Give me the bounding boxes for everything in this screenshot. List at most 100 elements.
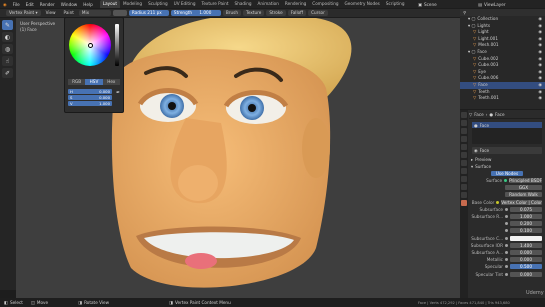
view-layer-selector[interactable]: ▤ ViewLayer <box>478 0 506 8</box>
workspace-tab-geometry-nodes[interactable]: Geometry Nodes <box>342 0 383 8</box>
outliner-row[interactable]: ▽ Face ◉ <box>460 81 545 89</box>
workspace-tab-uv-editing[interactable]: UV Editing <box>171 0 199 8</box>
blur-tool-icon[interactable]: ◐ <box>2 32 13 42</box>
workspace-tab-rendering[interactable]: Rendering <box>282 0 309 8</box>
workspace-tab-animation[interactable]: Animation <box>255 0 282 8</box>
hue-field[interactable]: H 0.000 <box>68 89 112 94</box>
menu-help[interactable]: Help <box>80 2 96 7</box>
eyedropper-icon[interactable]: ✒ <box>116 90 120 96</box>
constraints-tab-icon[interactable] <box>461 184 467 190</box>
value-field[interactable]: V 1.000 <box>68 101 112 106</box>
falloff-menu[interactable]: Falloff <box>287 10 307 16</box>
modifier-tab-icon[interactable] <box>461 160 467 166</box>
shader-field-value[interactable]: 1.000 <box>510 214 542 220</box>
visibility-eye-icon[interactable]: ◉ <box>538 62 542 69</box>
menu-file[interactable]: File <box>10 2 23 7</box>
visibility-eye-icon[interactable]: ◉ <box>538 89 542 96</box>
visibility-eye-icon[interactable]: ◉ <box>538 42 542 49</box>
annotate-tool-icon[interactable]: ✐ <box>2 68 13 78</box>
material-datablock[interactable]: ◉ Face <box>472 147 542 154</box>
object-tab-icon[interactable] <box>461 152 467 158</box>
outliner-row[interactable]: ▽ Light.001 ◉ <box>460 36 545 43</box>
outliner-row[interactable]: ▽ Teeth ◉ <box>460 89 545 96</box>
mode-rgb-button[interactable]: RGB <box>68 79 86 85</box>
subsurface-method-dropdown[interactable]: Random Walk <box>505 192 542 198</box>
outliner-row[interactable]: ▽ Light ◉ <box>460 29 545 36</box>
shader-field-value[interactable]: 0.000 <box>510 271 542 277</box>
surface-shader-field[interactable]: Principled BSDF <box>509 178 542 184</box>
preview-panel-header[interactable]: ▸ Preview <box>469 156 545 163</box>
outliner-row[interactable]: ▽ Cube.006 ◉ <box>460 75 545 82</box>
physics-tab-icon[interactable] <box>461 176 467 182</box>
brush-selector[interactable]: Mix <box>78 10 111 16</box>
data-tab-icon[interactable] <box>461 192 467 198</box>
visibility-eye-icon[interactable]: ◉ <box>538 16 542 23</box>
workspace-tab-scripting[interactable]: Scripting <box>383 0 408 8</box>
outliner-row[interactable]: ▽ Eye ◉ <box>460 69 545 76</box>
shader-field-value[interactable]: 0.200 <box>510 221 542 227</box>
visibility-eye-icon[interactable]: ◉ <box>538 95 542 102</box>
strength-slider[interactable]: Strength 1.000 <box>170 10 221 16</box>
shader-field-value[interactable]: 0.500 <box>510 264 542 270</box>
material-slot[interactable]: ● Face <box>472 122 542 128</box>
shader-field-value[interactable]: 0.100 <box>510 228 542 234</box>
scene-tab-icon[interactable] <box>461 136 467 142</box>
visibility-eye-icon[interactable]: ◉ <box>538 82 542 89</box>
tool-tab-icon[interactable] <box>461 112 467 118</box>
visibility-eye-icon[interactable]: ◉ <box>538 75 542 82</box>
smear-tool-icon[interactable]: ☝ <box>2 56 13 66</box>
color-wheel[interactable] <box>69 24 111 66</box>
render-tab-icon[interactable] <box>461 120 467 126</box>
visibility-eye-icon[interactable]: ◉ <box>538 23 542 30</box>
visibility-eye-icon[interactable]: ◉ <box>538 36 542 43</box>
workspace-tab-layout[interactable]: Layout <box>99 0 121 8</box>
base-color-field[interactable]: Vertex Color | Color <box>501 199 542 205</box>
workspace-tab-shading[interactable]: Shading <box>232 0 255 8</box>
world-tab-icon[interactable] <box>461 144 467 150</box>
shader-field-value[interactable] <box>510 235 542 241</box>
visibility-eye-icon[interactable]: ◉ <box>538 29 542 36</box>
visibility-eye-icon[interactable]: ◉ <box>538 49 542 56</box>
workspace-tab-compositing[interactable]: Compositing <box>309 0 341 8</box>
outliner-row[interactable]: ▽ Mesh.001 ◉ <box>460 42 545 49</box>
stroke-menu[interactable]: Stroke <box>266 10 286 16</box>
blender-logo-icon[interactable]: ◉ <box>0 2 10 7</box>
color-wheel-cursor[interactable] <box>88 43 93 48</box>
workspace-tab-texture-paint[interactable]: Texture Paint <box>199 0 232 8</box>
shader-field-value[interactable]: 0.000 <box>510 257 542 263</box>
scene-selector[interactable]: ▣ Scene <box>418 0 437 8</box>
cursor-menu[interactable]: Cursor <box>308 10 328 16</box>
menu-render[interactable]: Render <box>37 2 58 7</box>
draw-tool-icon[interactable]: ✎ <box>2 20 13 30</box>
workspace-tab-modeling[interactable]: Modeling <box>120 0 145 8</box>
mode-hex-button[interactable]: Hex <box>102 79 120 85</box>
radius-slider[interactable]: Radius 211 px <box>128 10 169 16</box>
filter-icon[interactable]: ⚲ <box>463 10 466 15</box>
saturation-field[interactable]: S 0.000 <box>68 95 112 100</box>
output-tab-icon[interactable] <box>461 128 467 134</box>
shader-field-value[interactable]: 0.000 <box>510 249 542 255</box>
outliner-row[interactable]: ▾ ▢ Lights ◉ <box>460 23 545 30</box>
outliner-row[interactable]: ▽ Teeth.001 ◉ <box>460 95 545 102</box>
outliner-row[interactable]: ▾ ▢ Face ◉ <box>460 49 545 56</box>
value-slider[interactable] <box>115 24 119 66</box>
outliner-row[interactable]: ▽ Cube.002 ◉ <box>460 56 545 63</box>
menu-window[interactable]: Window <box>58 2 81 7</box>
outliner-row[interactable]: ▾ ▢ Collection ◉ <box>460 16 545 23</box>
outliner-row[interactable]: ▽ Cube.003 ◉ <box>460 62 545 69</box>
surface-panel-header[interactable]: ▾ Surface <box>469 163 545 170</box>
visibility-eye-icon[interactable]: ◉ <box>538 56 542 63</box>
mode-hsv-button[interactable]: HSV <box>85 79 103 85</box>
material-slot-list[interactable]: ● Face <box>472 122 542 144</box>
material-tab-icon[interactable] <box>461 200 467 206</box>
shader-field-value[interactable]: 0.075 <box>510 206 542 212</box>
use-nodes-button[interactable]: Use Nodes <box>491 171 523 176</box>
particles-tab-icon[interactable] <box>461 168 467 174</box>
visibility-eye-icon[interactable]: ◉ <box>538 69 542 76</box>
shader-field-value[interactable]: 1.400 <box>510 242 542 248</box>
distribution-dropdown[interactable]: GGX <box>505 185 542 191</box>
texture-menu[interactable]: Texture <box>243 10 265 16</box>
mode-selector[interactable]: Vertex Paint ▾ <box>6 10 41 16</box>
blend-mode[interactable] <box>112 10 127 16</box>
workspace-tab-sculpting[interactable]: Sculpting <box>145 0 171 8</box>
